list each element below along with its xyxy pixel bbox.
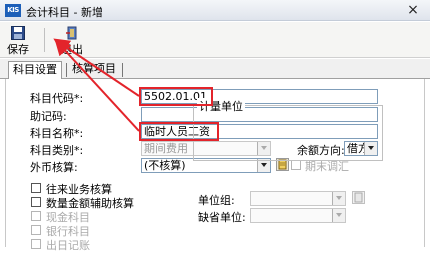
- code-label: 科目代码*:: [30, 92, 84, 105]
- currency-value: (不核算): [144, 159, 186, 172]
- save-label: 保存: [7, 43, 29, 56]
- period-end-checkbox: [291, 160, 301, 170]
- floppy-disk-icon: [11, 26, 25, 40]
- tab-subject-settings[interactable]: 科目设置: [8, 61, 62, 80]
- chevron-down-icon: [332, 209, 345, 222]
- default-unit-label: 缺省单位:: [198, 211, 246, 224]
- tab-separator: [122, 63, 123, 77]
- tab-accounting-items[interactable]: 核算项目: [68, 61, 120, 79]
- toolbar: 保存 退出: [0, 22, 430, 58]
- toolbar-separator: [44, 28, 45, 52]
- mnemonic-label: 助记码:: [30, 110, 67, 123]
- highlight-code-box: [139, 87, 213, 106]
- exit-door-icon: [66, 26, 77, 40]
- bank-checkbox: [31, 225, 41, 235]
- window-title: 会计科目 - 新增: [26, 6, 103, 19]
- ar-ap-checkbox[interactable]: [31, 183, 41, 193]
- chevron-down-icon: [332, 192, 345, 205]
- highlight-name-box: [139, 122, 219, 141]
- tab-strip: 科目设置 核算项目: [0, 59, 430, 80]
- category-value: 期间费用: [144, 142, 188, 155]
- currency-label: 外币核算:: [30, 161, 78, 174]
- tab-separator: [66, 63, 67, 77]
- title-bar: KIS 会计科目 - 新增 ×: [0, 0, 430, 21]
- unit-group-label: 单位组:: [198, 194, 235, 207]
- journal-checkbox: [31, 239, 41, 249]
- unit-group-lookup-button: [352, 191, 365, 204]
- journal-label: 出日记账: [46, 239, 90, 252]
- exit-label: 退出: [61, 43, 83, 56]
- exit-button[interactable]: 退出: [56, 24, 88, 56]
- app-logo-icon: KIS: [5, 4, 21, 17]
- cash-checkbox: [31, 211, 41, 221]
- qty-amount-checkbox[interactable]: [31, 197, 41, 207]
- default-unit-select: [250, 208, 346, 223]
- name-label: 科目名称*:: [30, 127, 84, 140]
- save-button[interactable]: 保存: [2, 24, 34, 56]
- lookup-icon: [354, 192, 363, 203]
- category-label: 科目类别*:: [30, 144, 84, 157]
- unit-group-select: [250, 191, 346, 206]
- close-icon[interactable]: ×: [402, 1, 424, 19]
